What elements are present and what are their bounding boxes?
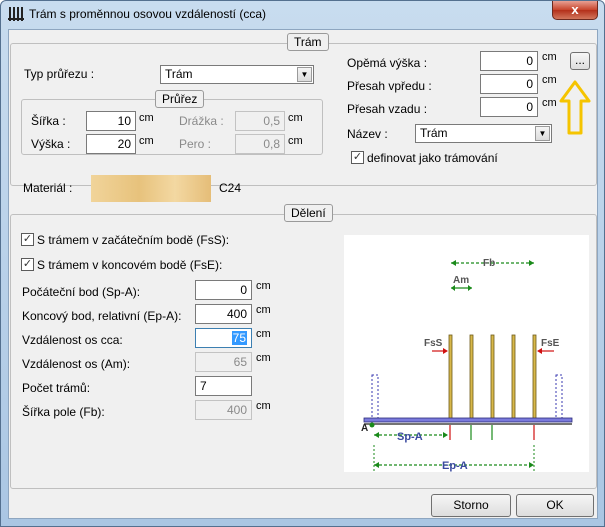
vyska-label: Výška : (31, 137, 71, 151)
close-button[interactable]: x (552, 1, 598, 20)
typ-prurezu-select[interactable]: Trám ▼ (160, 65, 314, 84)
am-label: Vzdálenost os (Am): (22, 357, 131, 371)
beam-diagram: Fb Am FsS FsE A Sp-A Ep-A (344, 235, 589, 472)
cca-value: 75 (231, 331, 247, 345)
pero-label: Pero : (179, 137, 212, 151)
ellipsis-button[interactable]: ... (570, 52, 590, 70)
opemna-vyska-unit: cm (542, 51, 557, 63)
opemna-vyska-label: Opěmá výška : (347, 56, 428, 70)
am-unit: cm (256, 352, 271, 364)
diagram-fse-label: FsE (541, 338, 560, 349)
sirka-unit: cm (139, 112, 154, 124)
storno-button[interactable]: Storno (431, 494, 511, 517)
nazev-select[interactable]: Trám ▼ (415, 124, 552, 143)
fse-label: S trámem v koncovém bodě (FsE): (37, 258, 223, 272)
cca-input[interactable]: 75 (195, 328, 252, 348)
deleni-group-title: Dělení (284, 204, 333, 222)
chevron-down-icon[interactable]: ▼ (535, 126, 550, 141)
fse-checkbox[interactable]: ✓ (21, 258, 34, 271)
presah-vzadu-unit: cm (542, 97, 557, 109)
tram-group-title: Trám (287, 33, 329, 51)
presah-vzadu-input[interactable]: 0 (480, 97, 538, 117)
pocet-input[interactable]: 7 (195, 376, 252, 396)
drazka-label: Drážka : (179, 114, 224, 128)
arrow-up-highlight-icon (559, 80, 591, 135)
nazev-value: Trám (420, 126, 448, 140)
fb-input: 400 (195, 400, 252, 420)
definovat-label: definovat jako trámování (367, 151, 498, 165)
chevron-down-icon[interactable]: ▼ (297, 67, 312, 82)
opemna-vyska-input[interactable]: 0 (480, 51, 538, 71)
ep-unit: cm (256, 304, 271, 316)
dialog-client: Trám Typ průřezu : Trám ▼ Průřez Šířka :… (8, 29, 598, 519)
sp-input[interactable]: 0 (195, 280, 252, 300)
presah-vpredu-label: Přesah vpředu : (347, 79, 432, 93)
diagram-spa-label: Sp-A (397, 431, 423, 443)
fb-label: Šířka pole (Fb): (22, 405, 105, 419)
drazka-unit: cm (288, 112, 303, 124)
ok-button[interactable]: OK (516, 494, 594, 517)
diagram-fss-label: FsS (424, 338, 443, 349)
dialog-window: Trám s proměnnou osovou vzdáleností (cca… (0, 0, 605, 527)
cca-unit: cm (256, 328, 271, 340)
diagram-epa-label: Ep-A (442, 460, 468, 472)
title-bar: Trám s proměnnou osovou vzdáleností (cca… (1, 1, 604, 27)
pocet-label: Počet trámů: (22, 381, 91, 395)
diagram-a-label: A (361, 423, 368, 434)
prurez-group-title: Průřez (155, 90, 205, 108)
typ-prurezu-label: Typ průřezu : (24, 67, 95, 81)
drazka-input: 0,5 (235, 111, 285, 131)
typ-prurezu-value: Trám (165, 67, 193, 81)
presah-vzadu-label: Přesah vzadu : (347, 102, 428, 116)
diagram-fb-label: Fb (483, 258, 495, 269)
sp-unit: cm (256, 280, 271, 292)
pero-unit: cm (288, 135, 303, 147)
diagram-am-label: Am (453, 275, 469, 286)
beam-app-icon (8, 7, 24, 21)
ep-input[interactable]: 400 (195, 304, 252, 324)
definovat-checkbox[interactable]: ✓ (351, 151, 364, 164)
fb-unit: cm (256, 400, 271, 412)
cca-label: Vzdálenost os cca: (22, 333, 123, 347)
pero-input: 0,8 (235, 134, 285, 154)
am-input: 65 (195, 352, 252, 372)
presah-vpredu-input[interactable]: 0 (480, 74, 538, 94)
fss-label: S trámem v začátečním bodě (FsS): (37, 233, 230, 247)
sp-label: Počáteční bod (Sp-A): (22, 285, 141, 299)
vyska-unit: cm (139, 135, 154, 147)
vyska-input[interactable]: 20 (86, 134, 136, 154)
material-value: C24 (219, 181, 242, 195)
sirka-label: Šířka : (31, 114, 66, 128)
sirka-input[interactable]: 10 (86, 111, 136, 131)
material-wood-swatch[interactable] (91, 175, 211, 202)
material-label: Materiál : (23, 181, 73, 195)
window-title: Trám s proměnnou osovou vzdáleností (cca… (29, 7, 266, 21)
presah-vpredu-unit: cm (542, 74, 557, 86)
ep-label: Koncový bod, relativní (Ep-A): (22, 309, 182, 323)
fss-checkbox[interactable]: ✓ (21, 233, 34, 246)
nazev-label: Název : (347, 127, 388, 141)
